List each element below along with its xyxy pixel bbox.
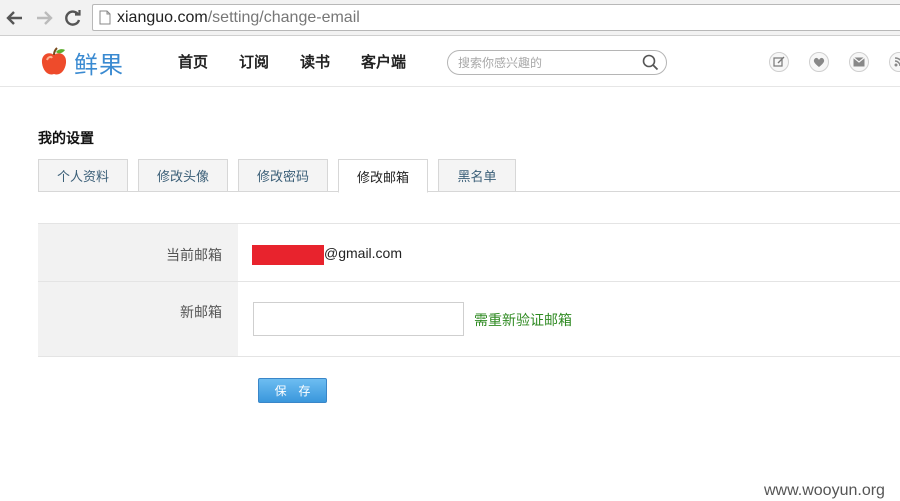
tab-password[interactable]: 修改密码 xyxy=(238,159,328,192)
tab-blacklist[interactable]: 黑名单 xyxy=(438,159,516,192)
new-email-label: 新邮箱 xyxy=(180,305,222,321)
messages-button[interactable] xyxy=(849,52,869,72)
nav-home[interactable]: 首页 xyxy=(178,51,208,72)
email-form: 当前邮箱 @gmail.com 新邮箱 需重新验证邮箱 xyxy=(38,223,900,357)
mail-icon xyxy=(853,57,865,67)
tab-email[interactable]: 修改邮箱 xyxy=(338,159,428,193)
browser-toolbar: xianguo.com/setting/change-email xyxy=(0,0,900,36)
page-icon xyxy=(99,10,111,25)
url-domain: xianguo.com xyxy=(117,8,208,26)
nav-client[interactable]: 客户端 xyxy=(361,51,406,72)
apple-logo-icon xyxy=(41,47,67,75)
settings-tabs: 个人资料 修改头像 修改密码 修改邮箱 黑名单 xyxy=(38,159,900,193)
logo-text: 鲜果 xyxy=(74,50,124,79)
page-title: 我的设置 xyxy=(38,131,94,147)
arrow-left-icon xyxy=(6,11,22,25)
new-email-label-cell: 新邮箱 xyxy=(38,282,238,356)
current-email-label-cell: 当前邮箱 xyxy=(38,224,238,281)
address-bar[interactable]: xianguo.com/setting/change-email xyxy=(92,4,900,31)
site-header: 鲜果 首页 订阅 读书 客户端 xyxy=(0,37,900,87)
search-box xyxy=(447,50,667,75)
reload-icon xyxy=(65,10,81,26)
current-email-value: @gmail.com xyxy=(324,245,403,261)
new-email-field[interactable] xyxy=(253,302,464,336)
verify-hint: 需重新验证邮箱 xyxy=(474,313,572,329)
heart-icon xyxy=(813,57,825,67)
current-email-row: 当前邮箱 @gmail.com xyxy=(38,223,900,281)
nav-subscribe[interactable]: 订阅 xyxy=(239,51,269,72)
rss-button[interactable] xyxy=(889,52,900,72)
search-icon[interactable] xyxy=(642,54,659,71)
nav-reading[interactable]: 读书 xyxy=(300,51,330,72)
main-nav: 首页 订阅 读书 客户端 xyxy=(178,51,437,72)
url-path: /setting/change-email xyxy=(207,8,360,26)
search-input[interactable] xyxy=(458,54,638,72)
reload-button[interactable] xyxy=(62,7,84,29)
tab-profile[interactable]: 个人资料 xyxy=(38,159,128,192)
watermark: www.wooyun.org xyxy=(764,482,885,499)
arrow-right-icon xyxy=(37,11,53,25)
current-email-label: 当前邮箱 xyxy=(166,248,222,264)
back-button[interactable] xyxy=(4,7,26,29)
new-email-row: 新邮箱 需重新验证邮箱 xyxy=(38,281,900,357)
rss-icon xyxy=(894,57,900,67)
redaction-block xyxy=(252,245,324,265)
forward-button[interactable] xyxy=(33,7,55,29)
save-button[interactable]: 保 存 xyxy=(258,378,327,403)
logo[interactable]: 鲜果 xyxy=(38,45,124,79)
write-button[interactable] xyxy=(769,52,789,72)
edit-icon xyxy=(773,56,785,67)
favorites-button[interactable] xyxy=(809,52,829,72)
tab-avatar[interactable]: 修改头像 xyxy=(138,159,228,192)
